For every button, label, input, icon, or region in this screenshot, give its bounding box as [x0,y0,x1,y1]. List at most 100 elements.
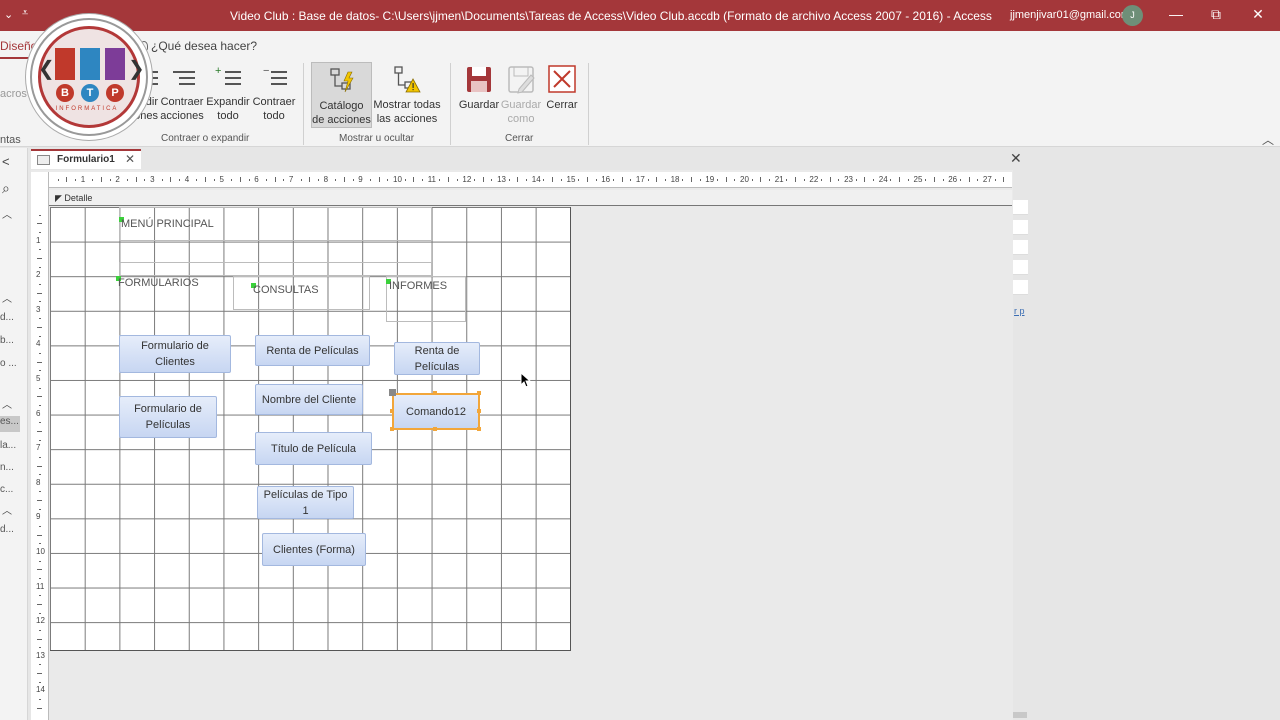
resize-handle[interactable] [477,409,481,413]
label-main-menu[interactable]: MENÚ PRINCIPAL [121,218,214,230]
ruler-tick [135,177,137,182]
ruler-number: 9 [36,512,41,522]
user-email[interactable]: jjmenjivar01@gmail.com [1010,9,1130,21]
command12-button[interactable]: Comando12 [392,393,480,430]
restore-button[interactable]: ⧉ [1206,6,1226,23]
ruler-number: 22 [809,175,819,184]
action-catalog-button[interactable]: Catálogo de acciones [311,62,372,128]
group-separator [450,63,451,145]
ruler-tick [39,335,41,337]
ruler-number: 4 [36,339,41,349]
ruler-tick [612,179,614,181]
expand-all-button[interactable]: + Expandir todo [205,63,251,123]
nav-item-selected[interactable]: es... [0,416,20,432]
section-header-detail[interactable]: ◤ Detalle [49,190,1012,206]
ruler-number: 5 [36,374,41,383]
ruler-tick [37,465,42,467]
ruler-tick [39,577,41,579]
collapse-actions-label-2: acciones [160,110,204,122]
action-catalog-icon [326,66,358,96]
movie-rentals-report-button[interactable]: Renta de Películas [394,342,480,375]
nav-item[interactable]: d... [0,312,14,323]
close-macro-button[interactable]: Cerrar [542,65,582,112]
nav-item[interactable]: b... [0,335,14,346]
ruler-number: 16 [601,175,611,184]
ruler-tick [369,179,371,181]
ruler-tick [37,603,42,605]
nav-item[interactable]: n... [0,462,14,473]
ruler-tick [39,214,41,216]
section-label: ◤ Detalle [55,193,93,203]
nav-search-icon[interactable]: ⌕ [2,180,10,197]
ruler-number: 18 [670,175,680,184]
close-window-button[interactable]: ✕ [1248,6,1268,23]
close-icon [546,65,578,95]
expand-all-label-2: todo [217,110,239,122]
type1-movies-query-button[interactable]: Películas de Tipo 1 [257,486,354,519]
ruler-tick [586,177,588,182]
ruler-number: 13 [497,175,506,184]
property-sheet-link[interactable]: r p [1014,306,1025,316]
quick-access-customize-icon[interactable]: ⌄ [4,8,13,21]
avatar[interactable]: J [1122,5,1143,26]
nav-item[interactable]: c... [0,484,13,495]
label-reports[interactable]: INFORMES [389,280,447,292]
collapse-actions-icon [169,67,195,89]
document-close-icon[interactable]: ✕ [1010,150,1022,167]
tell-me-search[interactable]: ¿Qué desea hacer? [140,39,257,53]
collapse-ribbon-icon[interactable]: ︿ [1262,131,1274,148]
nav-item[interactable]: la... [0,440,16,451]
tell-me-label[interactable]: ¿Qué desea hacer? [151,39,257,53]
tab-close-icon[interactable]: ✕ [125,152,135,166]
movies-form-button[interactable]: Formulario de Películas [119,396,217,438]
quick-access-more-icon[interactable]: ⩡ [22,7,28,20]
save-as-button[interactable]: Guardar como [500,65,542,126]
chevron-up-icon[interactable]: ︿ [2,502,12,517]
resize-handle[interactable] [477,427,481,431]
resize-handle[interactable] [390,427,394,431]
chevron-up-icon[interactable]: ︿ [2,290,12,305]
resize-handle[interactable] [433,427,437,431]
ruler-tick [647,179,649,181]
scrollbar-thumb[interactable] [1013,712,1027,718]
label-queries[interactable]: CONSULTAS [253,284,319,296]
movie-title-query-button[interactable]: Título de Película [255,432,372,465]
collapse-all-button[interactable]: − Contraer todo [251,63,297,123]
ruler-number: 12 [462,175,472,184]
horizontal-ruler: 1 2 3 4 5 6 7 8 9 10 11 12 13 14 15 16 17 18 19 20 21 22 23 24 2… [49,172,1012,188]
tab-design[interactable]: Diseño [0,39,37,53]
macros-partial-label: acros [0,88,27,100]
chevron-up-icon[interactable]: ︿ [2,396,12,411]
ruler-tick [300,179,302,181]
ribbon: Diseño ¿Qué desea hacer? acros ntas ndir… [0,31,1280,147]
resize-handle[interactable] [433,391,437,395]
ruler-tick [855,179,857,181]
show-all-actions-button[interactable]: Mostrar todas las acciones [372,65,442,126]
chevron-up-icon[interactable]: ︿ [2,206,12,221]
clients-form-query-button[interactable]: Clientes (Forma) [262,533,366,566]
resize-handle[interactable] [477,391,481,395]
label-forms[interactable]: FORMULARIOS [118,277,199,289]
ruler-tick [39,283,41,285]
nav-back-icon[interactable]: < [2,154,10,169]
tab-formulario1[interactable]: Formulario1 ✕ [31,149,141,169]
nav-item[interactable]: d... [0,524,14,535]
collapse-actions-button[interactable]: Contraer acciones [159,63,205,123]
ruler-tick [760,177,762,182]
resize-handle[interactable] [390,409,394,413]
nav-item[interactable]: o ... [0,358,17,369]
ruler-number: 13 [36,650,45,660]
clients-form-button[interactable]: Formulario de Clientes [119,335,231,373]
group-label-show-hide: Mostrar u ocultar [339,133,415,144]
logo-letter-t: T [81,84,99,102]
movie-rentals-query-button[interactable]: Renta de Películas [255,335,370,366]
ruler-number: 25 [913,175,923,184]
title-bar: ⌄ ⩡ Video Club : Base de datos- C:\Users… [0,0,1280,31]
save-label: Guardar [458,99,500,111]
save-button[interactable]: Guardar [457,65,501,112]
client-name-query-button[interactable]: Nombre del Cliente [255,384,363,415]
ruler-tick [621,177,623,182]
ruler-tick [413,177,415,182]
minimize-button[interactable]: — [1166,6,1186,22]
move-handle[interactable] [389,389,396,396]
